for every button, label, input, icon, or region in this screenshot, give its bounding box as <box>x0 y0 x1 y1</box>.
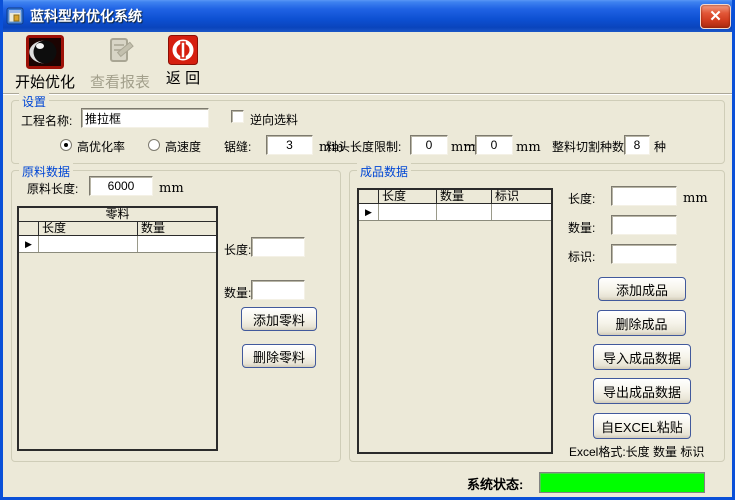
add-scrap-button[interactable]: 添加零料 <box>241 307 317 331</box>
delete-product-button[interactable]: 删除成品 <box>597 310 686 336</box>
whole-cut-input[interactable] <box>624 135 650 155</box>
scrap-header-qty: 数量 <box>138 222 216 235</box>
product-table: 长度 数量 标识 ▶ <box>357 188 553 454</box>
view-report-button[interactable]: 查看报表 <box>83 35 157 93</box>
high-speed-label: 高速度 <box>165 138 201 155</box>
reverse-select-label: 逆向选料 <box>250 111 298 128</box>
export-product-button[interactable]: 导出成品数据 <box>593 378 691 404</box>
product-legend: 成品数据 <box>357 163 411 180</box>
reverse-select-checkbox[interactable] <box>231 110 244 123</box>
window-title: 蓝科型材优化系统 <box>30 6 142 26</box>
scrap-table-caption: 零料 <box>19 208 216 222</box>
whole-cut-unit: 种 <box>654 138 666 155</box>
system-status-label: 系统状态: <box>467 474 523 493</box>
settings-legend: 设置 <box>19 93 49 110</box>
view-report-icon <box>103 35 137 69</box>
project-name-label: 工程名称: <box>21 112 72 129</box>
product-row-qty[interactable] <box>437 204 492 220</box>
product-header-selector <box>359 190 379 203</box>
view-report-label: 查看报表 <box>90 71 150 92</box>
scrap-length-input[interactable] <box>251 237 305 257</box>
scrap-length-label: 长度: <box>224 241 251 258</box>
product-length-label: 长度: <box>568 190 595 207</box>
start-optimize-button[interactable]: 开始优化 <box>7 35 83 93</box>
product-header-tag: 标识 <box>492 190 551 203</box>
product-table-header: 长度 数量 标识 <box>359 190 551 204</box>
scrap-table-row[interactable]: ▶ <box>19 236 216 253</box>
product-tag-input[interactable] <box>611 244 677 264</box>
product-row-selector[interactable]: ▶ <box>359 204 379 220</box>
high-speed-radio[interactable] <box>148 139 160 151</box>
scrap-row-selector[interactable]: ▶ <box>19 236 39 252</box>
app-icon <box>6 7 24 25</box>
import-product-button[interactable]: 导入成品数据 <box>593 344 691 370</box>
back-icon <box>168 35 198 65</box>
start-optimize-icon <box>26 35 64 69</box>
product-table-row[interactable]: ▶ <box>359 204 551 221</box>
head-max-unit: mm <box>516 140 541 155</box>
system-status-indicator <box>539 472 705 493</box>
product-row-tag[interactable] <box>492 204 551 220</box>
delete-scrap-button[interactable]: 删除零料 <box>242 344 316 368</box>
paste-from-excel-button[interactable]: 自EXCEL粘贴 <box>593 413 691 439</box>
scrap-header-length: 长度 <box>39 222 138 235</box>
head-min-input[interactable] <box>410 135 448 155</box>
product-qty-input[interactable] <box>611 215 677 235</box>
start-optimize-label: 开始优化 <box>15 71 75 92</box>
raw-length-input[interactable] <box>89 176 153 196</box>
back-button[interactable]: 返 回 <box>153 35 213 93</box>
product-qty-label: 数量: <box>568 219 595 236</box>
whole-cut-label: 整料切割种数: <box>552 138 627 155</box>
product-length-input[interactable] <box>611 186 677 206</box>
scrap-table: 零料 长度 数量 ▶ <box>17 206 218 451</box>
product-header-qty: 数量 <box>437 190 492 203</box>
scrap-header-selector <box>19 222 39 235</box>
raw-material-legend: 原料数据 <box>19 163 73 180</box>
scrap-qty-input[interactable] <box>251 280 305 300</box>
close-button[interactable]: ✕ <box>700 4 731 29</box>
scrap-row-qty[interactable] <box>138 236 216 252</box>
app-window: 蓝科型材优化系统 ✕ 开始优化 查看报表 返 回 设置 工程名 <box>0 0 735 500</box>
excel-format-hint: Excel格式:长度 数量 标识 <box>569 443 704 460</box>
scrap-qty-label: 数量: <box>224 284 251 301</box>
head-max-input[interactable] <box>475 135 513 155</box>
toolbar-separator <box>3 93 732 95</box>
raw-length-label: 原料长度: <box>27 180 78 197</box>
add-product-button[interactable]: 添加成品 <box>598 277 686 301</box>
scrap-table-header: 长度 数量 <box>19 222 216 236</box>
product-length-unit: mm <box>683 191 708 206</box>
product-header-length: 长度 <box>379 190 437 203</box>
product-row-length[interactable] <box>379 204 437 220</box>
kerf-input[interactable] <box>266 135 313 155</box>
head-limit-label: 料头长度限制: <box>326 138 401 155</box>
kerf-label: 锯缝: <box>224 138 251 155</box>
back-label: 返 回 <box>166 67 200 88</box>
project-name-input[interactable] <box>81 108 209 128</box>
product-tag-label: 标识: <box>568 248 595 265</box>
high-optimize-label: 高优化率 <box>77 138 125 155</box>
high-optimize-radio[interactable] <box>60 139 72 151</box>
title-bar[interactable]: 蓝科型材优化系统 ✕ <box>0 0 735 32</box>
scrap-row-length[interactable] <box>39 236 138 252</box>
raw-length-unit: mm <box>159 181 184 196</box>
